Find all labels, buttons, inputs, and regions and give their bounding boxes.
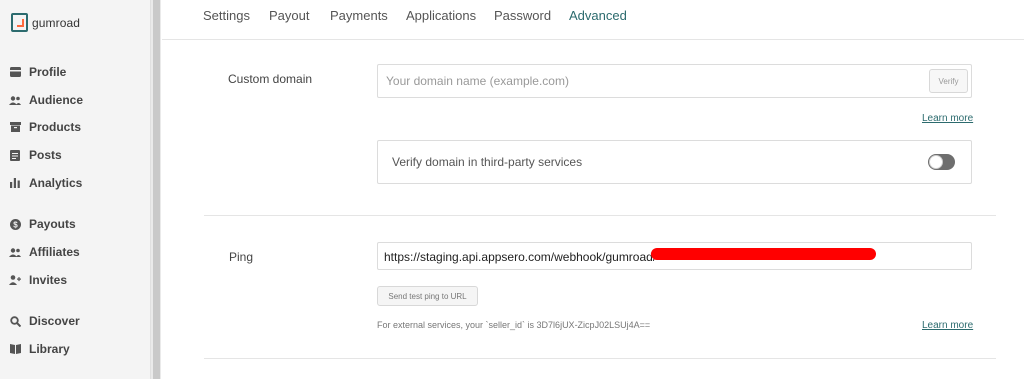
third-party-verify-card: Verify domain in third-party services [377,140,972,184]
sidebar-item-label: Discover [29,314,80,328]
tab-settings[interactable]: Settings [203,8,250,23]
sidebar-item-discover[interactable]: Discover [9,312,80,330]
logo-text: gumroad [32,15,81,30]
custom-domain-label: Custom domain [228,72,313,86]
person-add-icon [9,274,21,286]
seller-id-note: For external services, your `seller_id` … [377,320,651,330]
sidebar: gumroad Profile Audience Products Posts … [0,0,150,379]
archive-icon [9,121,21,133]
scrollbar-thumb[interactable] [153,0,160,379]
document-icon [9,149,21,161]
ping-url-input[interactable]: https://staging.api.appsero.com/webhook/… [377,242,972,270]
tab-payments[interactable]: Payments [330,8,388,23]
ping-url-value: https://staging.api.appsero.com/webhook/… [384,250,657,264]
gumroad-logo-icon [11,13,28,32]
sidebar-item-label: Invites [29,273,68,287]
sidebar-item-label: Audience [29,93,84,107]
sidebar-item-label: Analytics [29,176,83,190]
tab-payout[interactable]: Payout [269,8,309,23]
custom-domain-input[interactable]: Your domain name (example.com) Verify [377,64,972,98]
sidebar-item-analytics[interactable]: Analytics [9,174,82,192]
dollar-circle-icon: $ [9,218,21,230]
bar-chart-icon [9,177,21,189]
sidebar-item-label: Affiliates [29,245,80,259]
sidebar-item-label: Payouts [29,217,76,231]
ping-learn-more-link[interactable]: Learn more [922,320,973,331]
send-test-ping-button[interactable]: Send test ping to URL [377,286,478,306]
tab-password[interactable]: Password [494,8,551,23]
section-divider [204,215,996,216]
section-divider [204,358,996,359]
sidebar-item-products[interactable]: Products [9,118,81,136]
search-icon [9,315,21,327]
settings-tabs: Settings Payout Payments Applications Pa… [162,0,1024,40]
sidebar-item-label: Posts [29,148,62,162]
sidebar-item-affiliates[interactable]: Affiliates [9,243,80,261]
third-party-verify-label: Verify domain in third-party services [392,155,583,169]
sidebar-item-library[interactable]: Library [9,340,70,358]
sidebar-item-posts[interactable]: Posts [9,146,62,164]
third-party-verify-toggle[interactable] [928,154,955,170]
people-icon [9,94,21,106]
sidebar-item-label: Profile [29,65,67,79]
svg-text:$: $ [13,220,18,229]
people-icon [9,246,21,258]
sidebar-item-profile[interactable]: Profile [9,63,66,81]
verify-button[interactable]: Verify [929,69,968,93]
book-icon [9,343,21,355]
card-icon [9,66,21,78]
custom-domain-learn-more-link[interactable]: Learn more [922,113,973,124]
sidebar-item-label: Products [29,120,82,134]
tab-applications[interactable]: Applications [406,8,476,23]
toggle-knob [929,155,943,169]
sidebar-item-invites[interactable]: Invites [9,271,67,289]
ping-label: Ping [229,250,254,264]
sidebar-item-audience[interactable]: Audience [9,91,83,109]
tab-advanced[interactable]: Advanced [569,8,627,23]
redaction-mark [651,248,876,260]
sidebar-item-payouts[interactable]: $ Payouts [9,215,76,233]
sidebar-scrollbar[interactable] [150,0,161,379]
sidebar-item-label: Library [29,342,70,356]
domain-placeholder: Your domain name (example.com) [386,74,569,88]
logo[interactable]: gumroad [11,13,80,32]
